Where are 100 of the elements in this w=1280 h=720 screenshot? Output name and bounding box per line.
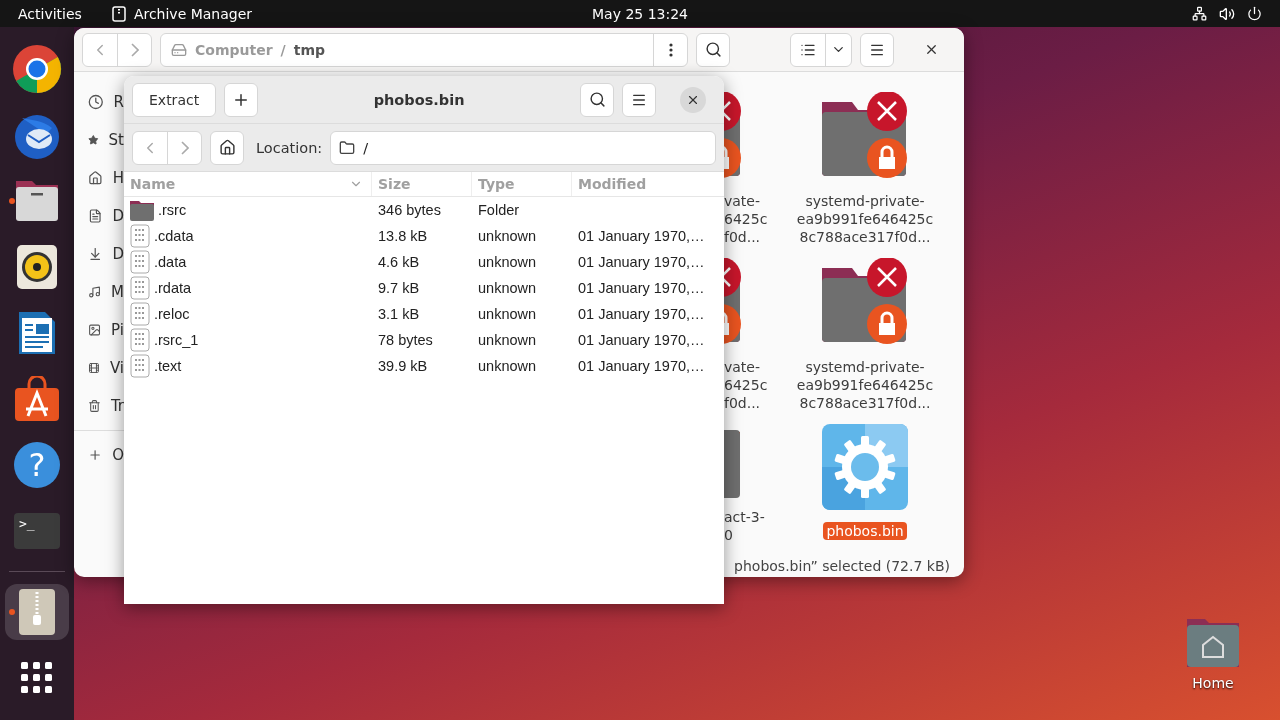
file-label: systemd-private-	[804, 358, 926, 376]
trash-icon	[88, 398, 101, 414]
chevron-right-icon	[180, 140, 189, 155]
path-separator: /	[280, 41, 286, 58]
add-button[interactable]	[224, 82, 259, 117]
table-cell-text: 01 January 1970,…	[577, 332, 706, 348]
extract-button[interactable]: Extract	[132, 82, 217, 117]
binary-file-icon	[130, 224, 150, 248]
sidebar-item[interactable]: D	[74, 197, 124, 235]
document-icon[interactable]	[17, 310, 57, 356]
window-title: phobos.bin	[372, 91, 466, 108]
status-text: phobos.bin” selected (72.7 kB)	[734, 558, 950, 574]
file-name: .text	[124, 354, 372, 378]
binary-file-icon	[130, 250, 150, 274]
table-cell-text: unknown	[477, 254, 538, 270]
table-cell-text: unknown	[477, 228, 538, 244]
app-menu[interactable]: Archive Manager	[133, 5, 253, 22]
sidebar-item[interactable]: St	[74, 121, 124, 159]
location-field[interactable]: /	[330, 130, 716, 165]
file-name: .rdata	[124, 276, 372, 300]
home-button[interactable]	[210, 130, 244, 165]
music-icon	[88, 284, 102, 300]
table-cell-text: 01 January 1970,…	[577, 228, 706, 244]
desktop-icon[interactable]: Home	[1181, 617, 1245, 691]
table-cell-text: 13.8 kB	[377, 228, 429, 244]
chevron-right-icon	[130, 42, 139, 57]
sidebar-item[interactable]: H	[74, 159, 124, 197]
recent-icon	[88, 94, 104, 110]
binary-file-icon	[130, 354, 150, 378]
close-button[interactable]	[680, 86, 706, 113]
table-cell-text: 01 January 1970,…	[577, 306, 706, 322]
sidebar-item[interactable]: Tr	[74, 387, 124, 425]
file-name: .cdata	[124, 224, 372, 248]
sidebar-item[interactable]: R	[74, 83, 124, 121]
path-bar[interactable]: Computer / tmp	[160, 32, 688, 67]
table-cell-text: 3.1 kB	[377, 306, 421, 322]
file-item[interactable]: phobos.bin	[780, 424, 950, 540]
table-cell-text: 01 January 1970,…	[577, 254, 706, 270]
search-button[interactable]	[580, 82, 614, 117]
volume-icon[interactable]	[1219, 5, 1235, 22]
file-label: phobos.bin	[823, 522, 907, 540]
sidebar-item[interactable]: Pi	[74, 311, 124, 349]
network-icon[interactable]	[1192, 6, 1207, 21]
file-name: .rsrc	[124, 199, 372, 221]
activities-button[interactable]: Activities	[18, 5, 82, 22]
file-label: ea9b991fe646425c	[795, 376, 935, 394]
search-button[interactable]	[696, 32, 730, 67]
sidebar-item[interactable]: Vi	[74, 349, 124, 387]
file-name: .reloc	[124, 302, 372, 326]
table-cell-text: unknown	[477, 332, 538, 348]
file-name: .data	[124, 250, 372, 274]
speaker-icon[interactable]	[17, 245, 57, 289]
file-label: 0	[724, 526, 733, 544]
downloads-icon	[88, 246, 103, 262]
location-label: Location:	[256, 139, 323, 156]
folder-icon	[130, 199, 154, 221]
file-name: .rsrc_1	[124, 328, 372, 352]
file-label: vate-	[724, 192, 761, 210]
clock[interactable]: May 25 13:24	[592, 5, 688, 22]
desktop-icon-label: Home	[1192, 675, 1234, 691]
file-item[interactable]: systemd-private- ea9b991fe646425c 8c788ace317f0d...	[780, 92, 950, 258]
app-grid-icon[interactable]	[21, 662, 53, 694]
file-label: f0d...	[724, 394, 761, 412]
sidebar-item[interactable]: D	[74, 235, 124, 273]
table-cell-text: unknown	[477, 306, 538, 322]
file-label: systemd-private-	[804, 192, 926, 210]
binary-file-icon	[130, 302, 150, 326]
menu-button[interactable]	[860, 32, 894, 67]
sidebar-item[interactable]: M	[74, 273, 124, 311]
table-cell-text: 01 January 1970,…	[577, 280, 706, 296]
file-label: act-3-	[724, 508, 765, 526]
file-label: ea9b991fe646425c	[795, 210, 935, 228]
menu-button[interactable]	[622, 82, 656, 117]
pictures-icon	[88, 322, 102, 338]
file-item[interactable]: systemd-private- ea9b991fe646425c 8c788ace317f0d...	[780, 258, 950, 424]
videos-icon	[88, 360, 100, 376]
sidebar-item[interactable]: O	[74, 436, 124, 474]
file-label: 8c788ace317f0d...	[798, 394, 932, 412]
folder-icon[interactable]	[14, 179, 60, 223]
table-cell-text: 78 bytes	[377, 332, 434, 348]
table-cell-text: unknown	[477, 358, 538, 374]
home-icon	[88, 170, 103, 186]
shopping-bag-icon[interactable]	[14, 376, 60, 422]
file-label: 6425c	[724, 376, 768, 394]
browser-icon[interactable]	[12, 44, 62, 94]
starred-icon	[88, 132, 99, 148]
file-label: 8c788ace317f0d...	[798, 228, 932, 246]
power-icon[interactable]	[1247, 6, 1262, 21]
search-icon	[704, 41, 722, 58]
table-cell-text: unknown	[477, 280, 538, 296]
kebab-menu-icon	[668, 42, 673, 57]
drive-icon	[171, 41, 187, 58]
terminal-icon[interactable]: >_	[14, 513, 60, 549]
file-label: vate-	[724, 358, 761, 376]
archive-app-icon	[111, 5, 126, 22]
home-folder-icon	[1185, 617, 1241, 669]
binary-file-icon	[130, 328, 150, 352]
folder-icon	[339, 139, 356, 156]
path-segment[interactable]: tmp	[293, 41, 325, 58]
gear-icon	[822, 424, 908, 510]
